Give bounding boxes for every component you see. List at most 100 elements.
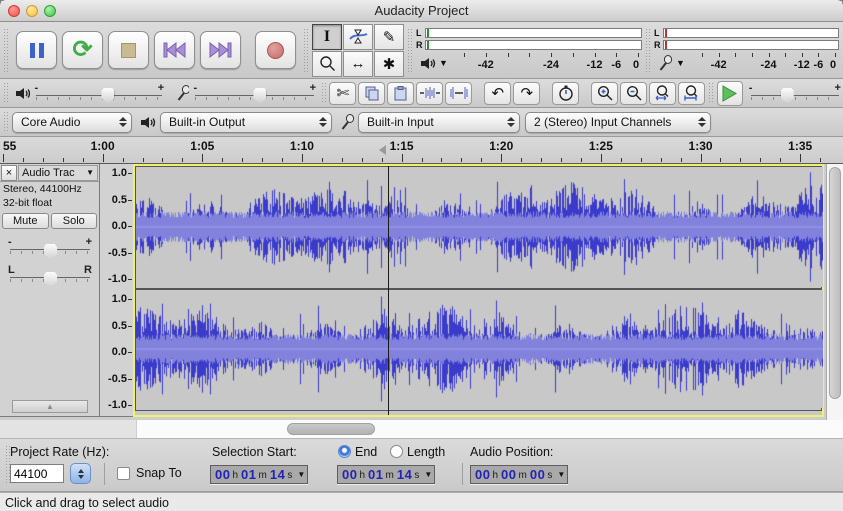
timeline-tick-label: 1:10 [289,139,314,153]
time-shift-tool-button[interactable]: ↔ [343,50,373,77]
waveform-channel-left[interactable] [135,166,823,288]
meter-scale-label: -6 [813,59,824,71]
play-at-speed-button[interactable] [716,80,743,106]
audio-position-field[interactable]: 00 h 00 m 00 s ▼ [470,465,569,484]
tools-toolbar-grip[interactable] [303,28,309,72]
audio-host-select[interactable]: Core Audio [12,111,132,133]
pan-slider[interactable]: L R [6,264,94,288]
zoom-in-button[interactable] [591,81,619,105]
waveform-channel-right[interactable] [135,288,823,411]
playhead-marker-icon [378,145,386,155]
recording-meter-menu[interactable]: ▼ [654,55,698,71]
length-radio[interactable] [390,445,403,458]
pause-button[interactable] [16,31,57,69]
vertical-ruler-label: -1.0 [108,399,127,411]
vertical-ruler-label: 0.5 [111,319,127,332]
project-rate-input[interactable] [10,464,64,483]
status-text: Click and drag to select audio [5,495,169,510]
vertical-ruler-label: -0.5 [108,246,127,259]
meter-scale-label: -42 [477,59,494,71]
record-button[interactable] [255,31,296,69]
magnifier-icon [319,56,335,71]
play-speed-thumb[interactable] [780,88,794,103]
zoom-tool-button[interactable] [312,50,342,77]
play-at-speed-icon [722,84,738,102]
play-speed-slider[interactable]: - + [747,82,843,104]
edit-toolbar-grip[interactable] [321,82,327,104]
input-volume-thumb[interactable] [253,88,267,103]
copy-icon [365,86,379,100]
title-bar: Audacity Project [0,0,843,22]
track-close-button[interactable]: × [1,164,17,181]
skip-to-start-button[interactable] [154,31,195,69]
play-loop-button[interactable]: ⟳ [62,31,103,69]
zoom-out-button[interactable] [620,81,648,105]
gain-thumb[interactable] [44,244,57,259]
rate-stepper[interactable] [70,463,91,484]
mixer-toolbar-grip[interactable] [3,82,9,104]
copy-button[interactable] [358,81,386,105]
redo-button[interactable]: ↷ [513,81,541,105]
trim-audio-button[interactable] [416,81,444,105]
playback-meter-grip[interactable] [407,28,413,72]
vertical-ruler-label: 0.0 [111,346,127,358]
recording-meter-grip[interactable] [645,28,651,72]
skip-to-start-icon [163,42,186,58]
playback-meter-right-bar [425,39,642,50]
device-toolbar-grip[interactable] [3,111,9,133]
draw-tool-button[interactable]: ✎ [374,23,404,50]
output-volume-thumb[interactable] [101,88,115,103]
vertical-ruler-label: -0.5 [108,372,127,385]
horizontal-scrollbar[interactable] [0,420,843,439]
vertical-ruler-label: 0.5 [111,193,127,206]
vertical-scrollbar[interactable] [826,164,843,420]
meter-scale-label: 0 [829,59,837,71]
paste-button[interactable] [387,81,415,105]
playback-meter-menu[interactable]: ▼ [416,57,460,70]
mute-button[interactable]: Mute [2,213,49,229]
meter-scale-label: 0 [632,59,640,71]
input-channels-select[interactable]: 2 (Stereo) Input Channels [525,111,711,133]
solo-button[interactable]: Solo [50,213,97,229]
pencil-icon: ✎ [382,28,396,46]
dropdown-arrow-icon: ▼ [297,470,306,479]
fit-selection-zoom-button[interactable] [649,81,677,105]
track-collapse-button[interactable]: ▲ [12,400,88,413]
envelope-tool-button[interactable] [343,23,373,50]
skip-to-end-button[interactable] [200,31,241,69]
vertical-scrollbar-thumb[interactable] [829,167,841,399]
selection-tool-button[interactable]: I [312,23,342,50]
horizontal-scrollbar-thumb[interactable] [287,423,375,435]
vertical-ruler-label: 1.0 [111,293,127,305]
stop-button[interactable] [108,31,149,69]
transport-toolbar-grip[interactable] [3,28,9,72]
fit-selection-button[interactable] [552,81,580,105]
silence-audio-button[interactable] [445,81,473,105]
track-format-line2: 32-bit float [3,197,53,209]
fit-project-zoom-button[interactable] [678,81,706,105]
selection-start-field[interactable]: 00 h 01 m 14 s ▼ [210,465,309,484]
undo-button[interactable]: ↶ [484,81,512,105]
vertical-ruler[interactable]: 1.0 0.5 0.0 -0.5 -1.0 1.0 0.5 0.0 -0.5 -1.0 [100,164,133,417]
play-at-speed-grip[interactable] [708,82,714,104]
timeline-ruler[interactable]: 55 1:00 1:05 1:10 1:15 1:20 1:25 1:30 1:35 [0,137,843,164]
input-volume-slider[interactable]: - + [191,82,318,104]
pan-thumb[interactable] [44,272,57,287]
cut-button[interactable]: ✄ [329,81,357,105]
playback-meter[interactable]: L R ▼ -42 -24 -12 -6 0 [416,24,642,76]
waveform-display[interactable] [133,164,824,417]
output-volume-slider[interactable]: - + [32,82,166,104]
track-area: × Audio Trac ▼ Stereo, 44100Hz 32-bit fl… [0,164,843,420]
recording-meter[interactable]: L R ▼ -42 -24 -12 -6 0 [654,24,839,76]
input-device-select[interactable]: Built-in Input [358,111,520,133]
gain-slider[interactable]: - + [6,236,94,260]
divider [462,463,463,485]
track-control-panel[interactable]: × Audio Trac ▼ Stereo, 44100Hz 32-bit fl… [0,164,100,417]
end-radio[interactable] [338,445,351,458]
selection-end-field[interactable]: 00 h 01 m 14 s ▼ [337,465,436,484]
multi-tool-button[interactable]: ✱ [374,50,404,77]
track-title-menu[interactable]: Audio Trac ▼ [18,164,98,181]
snap-to-checkbox[interactable] [117,467,130,480]
end-radio-label: End [355,445,378,459]
output-device-select[interactable]: Built-in Output [160,111,332,133]
